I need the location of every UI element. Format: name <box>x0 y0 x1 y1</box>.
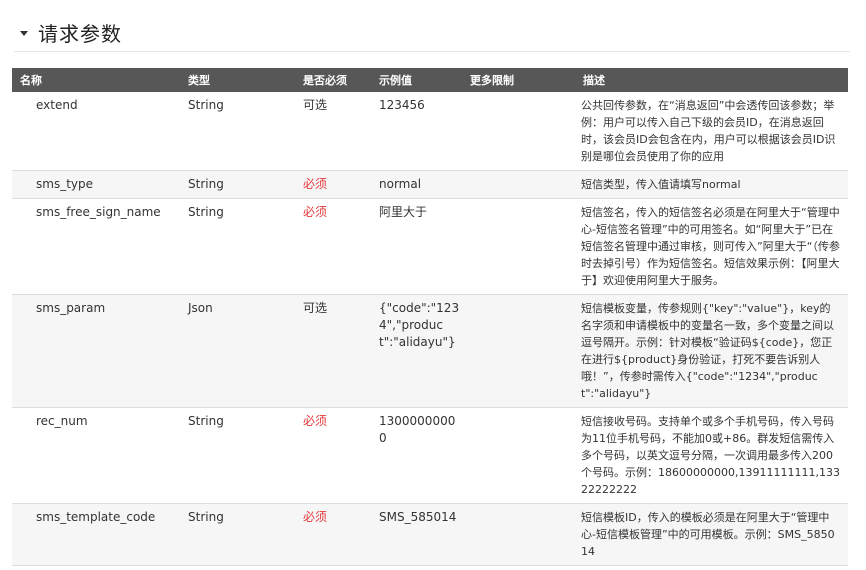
section-title: 请求参数 <box>38 22 122 46</box>
header-name: 名称 <box>12 68 180 92</box>
params-table: 名称 类型 是否必须 示例值 更多限制 描述 extend String 可选 … <box>12 68 848 566</box>
param-example: normal <box>371 170 462 199</box>
param-type: String <box>180 92 295 171</box>
param-example: SMS_585014 <box>371 503 462 566</box>
param-more <box>462 92 575 171</box>
param-required: 必须 <box>295 198 371 295</box>
param-type: Json <box>180 294 295 408</box>
header-example: 示例值 <box>371 68 462 92</box>
param-name: extend <box>12 92 180 171</box>
param-more <box>462 503 575 566</box>
param-example: 阿里大于 <box>371 198 462 295</box>
header-desc: 描述 <box>575 68 848 92</box>
page: 请求参数 名称 类型 是否必须 示例值 更多限制 描述 extend Strin… <box>0 0 866 570</box>
header-required: 是否必须 <box>295 68 371 92</box>
param-required: 必须 <box>295 170 371 199</box>
table-row: rec_num String 必须 13000000000 短信接收号码。支持单… <box>12 407 848 504</box>
param-required: 可选 <box>295 92 371 171</box>
param-example: 123456 <box>371 92 462 171</box>
caret-down-icon[interactable] <box>20 31 28 36</box>
param-more <box>462 170 575 199</box>
param-desc: 公共回传参数，在“消息返回”中会透传回该参数；举例：用户可以传入自己下级的会员I… <box>575 92 848 171</box>
param-name: sms_param <box>12 294 180 408</box>
param-type: String <box>180 198 295 295</box>
param-name: rec_num <box>12 407 180 504</box>
table-row: extend String 可选 123456 公共回传参数，在“消息返回”中会… <box>12 92 848 171</box>
param-name: sms_free_sign_name <box>12 198 180 295</box>
header-more: 更多限制 <box>462 68 575 92</box>
param-desc: 短信模板变量，传参规则{"key":"value"}，key的名字须和申请模板中… <box>575 294 848 408</box>
param-desc: 短信模板ID，传入的模板必须是在阿里大于“管理中心-短信模板管理”中的可用模板。… <box>575 503 848 566</box>
params-table-wrap: 名称 类型 是否必须 示例值 更多限制 描述 extend String 可选 … <box>12 68 848 566</box>
header-type: 类型 <box>180 68 295 92</box>
param-more <box>462 294 575 408</box>
param-desc: 短信签名，传入的短信签名必须是在阿里大于“管理中心-短信签名管理”中的可用签名。… <box>575 198 848 295</box>
param-name: sms_type <box>12 170 180 199</box>
param-type: String <box>180 503 295 566</box>
param-required: 可选 <box>295 294 371 408</box>
table-row: sms_free_sign_name String 必须 阿里大于 短信签名，传… <box>12 198 848 295</box>
section-header[interactable]: 请求参数 <box>14 14 850 52</box>
param-desc: 短信类型，传入值请填写normal <box>575 170 848 199</box>
table-row: sms_param Json 可选 {"code":"1234","produc… <box>12 294 848 408</box>
table-row: sms_template_code String 必须 SMS_585014 短… <box>12 503 848 566</box>
param-more <box>462 407 575 504</box>
table-row: sms_type String 必须 normal 短信类型，传入值请填写nor… <box>12 170 848 199</box>
param-example: 13000000000 <box>371 407 462 504</box>
param-required: 必须 <box>295 503 371 566</box>
param-example: {"code":"1234","product":"alidayu"} <box>371 294 462 408</box>
param-type: String <box>180 407 295 504</box>
param-name: sms_template_code <box>12 503 180 566</box>
param-more <box>462 198 575 295</box>
table-header-row: 名称 类型 是否必须 示例值 更多限制 描述 <box>12 68 848 92</box>
param-required: 必须 <box>295 407 371 504</box>
param-desc: 短信接收号码。支持单个或多个手机号码，传入号码为11位手机号码，不能加0或+86… <box>575 407 848 504</box>
param-type: String <box>180 170 295 199</box>
